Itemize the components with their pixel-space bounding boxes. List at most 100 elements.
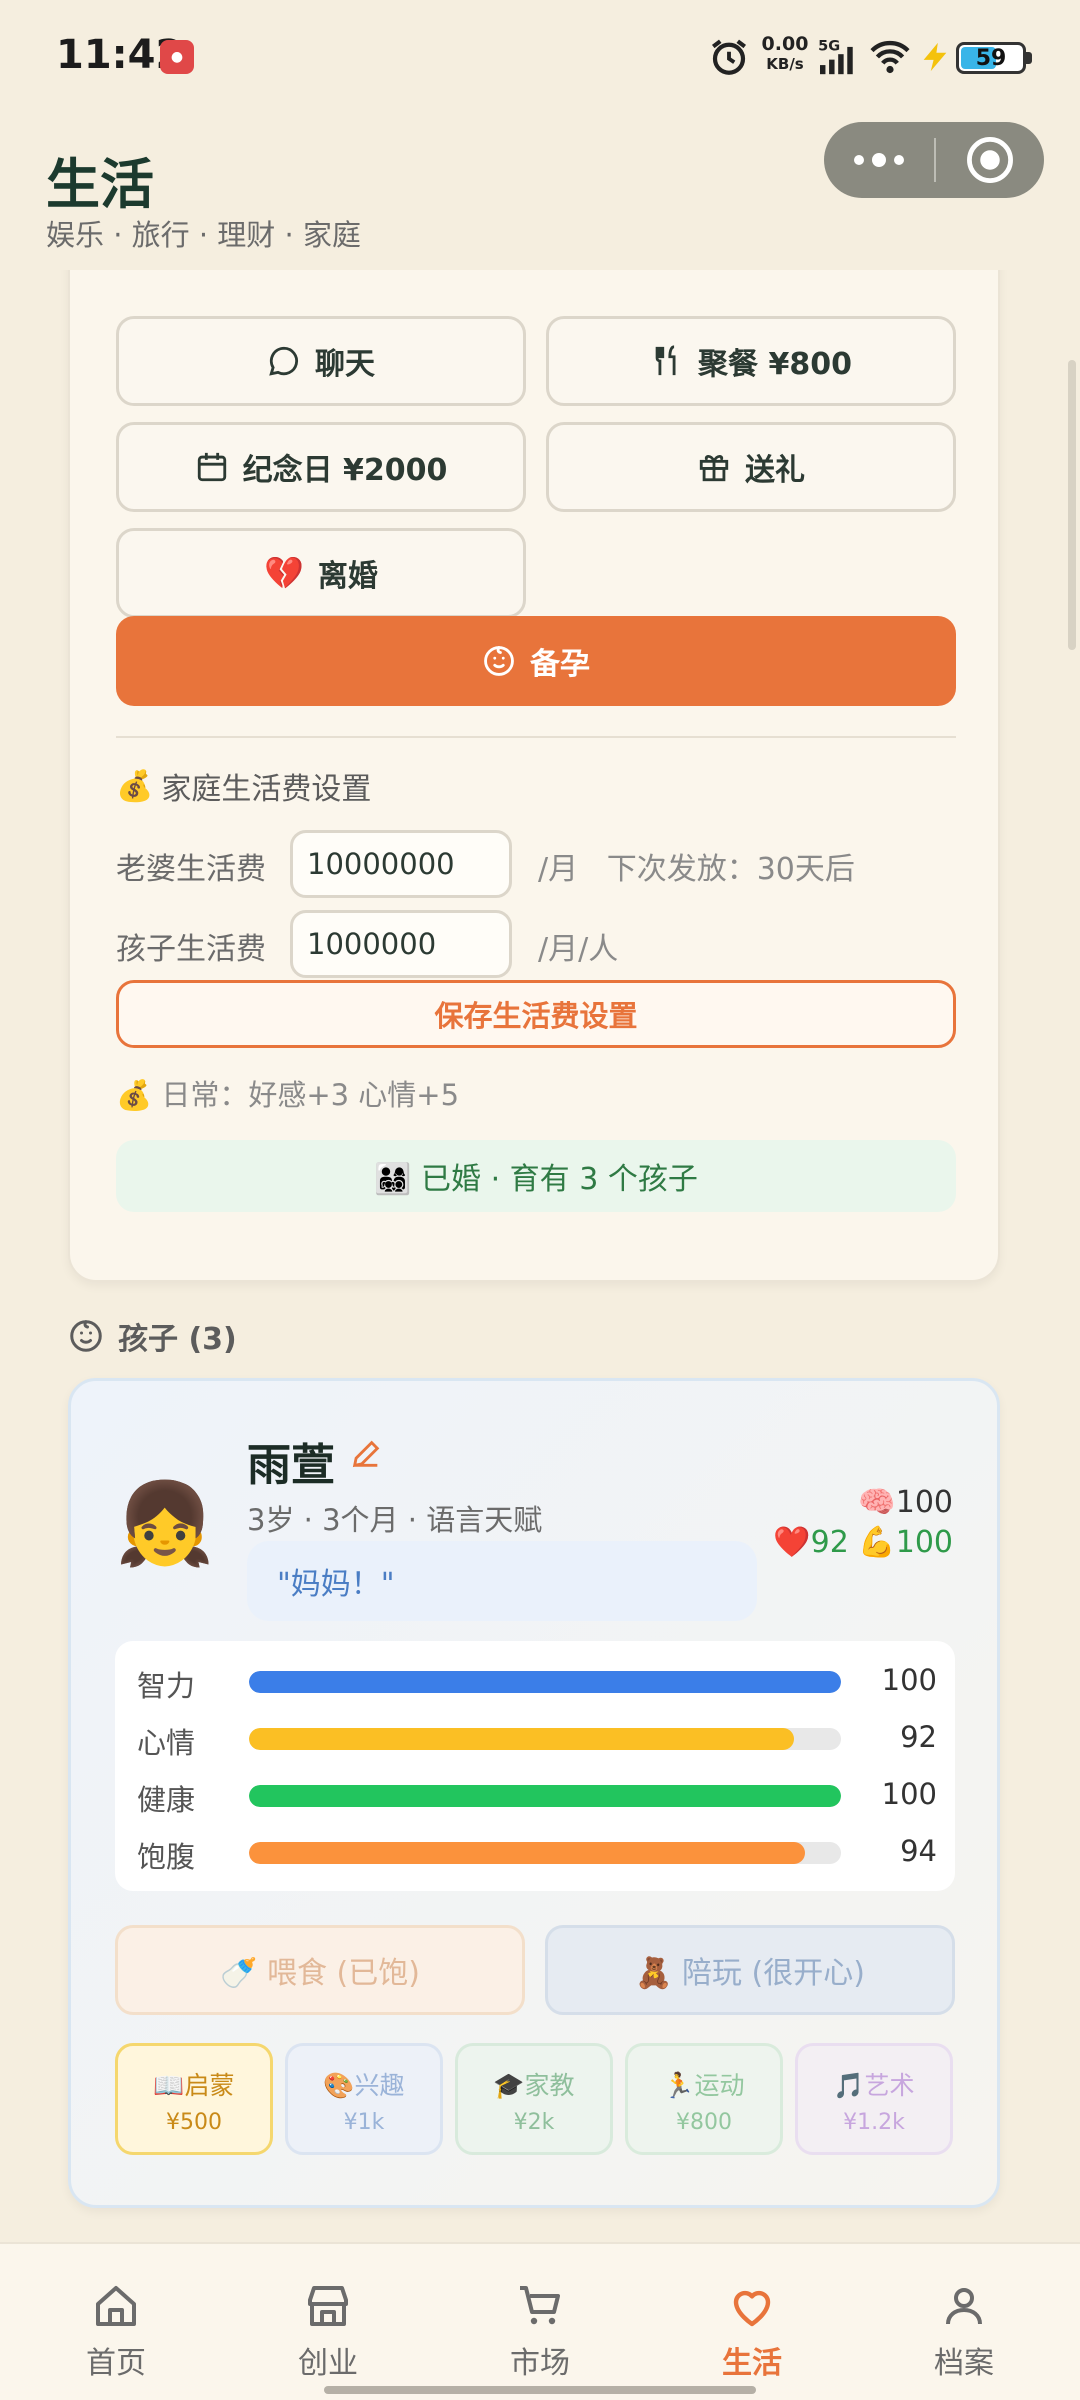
- nav-label: 首页: [86, 2346, 146, 2381]
- child-allowance-unit: /月/人: [538, 932, 619, 967]
- stat-bar-track: [249, 1785, 841, 1807]
- user-icon: [946, 2288, 982, 2325]
- app-notification-icon: ●: [160, 40, 194, 74]
- nav-life[interactable]: 生活: [644, 2244, 860, 2400]
- nav-label: 档案: [934, 2346, 994, 2381]
- cart-icon: [520, 2286, 560, 2325]
- anniversary-button[interactable]: 纪念日 ¥2000: [116, 422, 526, 512]
- pregnant-button[interactable]: 备孕: [116, 616, 956, 706]
- stat-bar-track: [249, 1671, 841, 1693]
- chat-bubble-icon: [269, 346, 299, 376]
- gift-button[interactable]: 送礼: [546, 422, 956, 512]
- nav-market[interactable]: 市场: [432, 2244, 648, 2400]
- stat-row-health: 健康 100: [137, 1775, 937, 1817]
- education-price: ¥1.2k: [843, 2110, 905, 2135]
- wife-allowance-label: 老婆生活费: [116, 852, 266, 887]
- divorce-button[interactable]: 💔 离婚: [116, 528, 526, 618]
- utensils-icon: [655, 345, 676, 376]
- daily-effect-text: 💰 日常：好感+3 心情+5: [116, 1072, 459, 1114]
- education-label: 📖启蒙: [153, 2071, 235, 2100]
- more-menu-button[interactable]: [824, 122, 934, 198]
- kids-section-header: 孩子 (3): [68, 1314, 237, 1358]
- next-payment-text: 下次发放：30天后: [606, 852, 855, 887]
- stat-row-intelligence: 智力 100: [137, 1661, 937, 1703]
- child-name: 雨萱: [247, 1440, 335, 1491]
- home-indicator[interactable]: [324, 2386, 756, 2394]
- education-button-art[interactable]: 🎵艺术 ¥1.2k: [795, 2043, 953, 2155]
- nav-profile[interactable]: 档案: [856, 2244, 1072, 2400]
- daily-effect-label: 日常：好感+3 心情+5: [161, 1078, 460, 1112]
- baby-icon: [70, 1320, 102, 1352]
- anniversary-label: 纪念日 ¥2000: [242, 453, 448, 488]
- section-divider: [116, 736, 956, 738]
- scrollbar[interactable]: [1068, 360, 1076, 650]
- mini-program-capsule: [824, 122, 1044, 198]
- stat-value: 100: [881, 1777, 937, 1811]
- feed-button[interactable]: 🍼 喂食 (已饱): [115, 1925, 525, 2015]
- education-price: ¥500: [166, 2110, 222, 2135]
- child-card: 👧 雨萱 3岁 · 3个月 · 语言天赋 "妈妈！" 🧠100 ❤️92 💪10…: [68, 1378, 1000, 2208]
- gift-label: 送礼: [745, 453, 805, 488]
- child-allowance-input[interactable]: 1000000: [290, 910, 512, 978]
- stat-label: 健康: [137, 1783, 196, 1817]
- education-label: 🎵艺术: [833, 2071, 915, 2100]
- heart-icon: [733, 2290, 771, 2327]
- nav-label: 创业: [298, 2346, 358, 2381]
- net-speed: 0.00 KB/s: [761, 33, 809, 73]
- education-label: 🏃运动: [663, 2071, 745, 2100]
- gift-icon: [699, 454, 729, 482]
- nav-business[interactable]: 创业: [220, 2244, 436, 2400]
- store-icon: [308, 2286, 348, 2326]
- scroll-content: 聊天 聚餐 ¥800 纪念日 ¥2000 送礼 💔 离婚 备孕 💰 家庭生活费设…: [0, 270, 1080, 2242]
- edit-pencil-icon[interactable]: [349, 1437, 383, 1471]
- education-button-enlightenment[interactable]: 📖启蒙 ¥500: [115, 2043, 273, 2155]
- alarm-icon: [711, 39, 747, 75]
- mood-stat: ❤️92: [773, 1525, 849, 1560]
- svg-text:5G: 5G: [818, 39, 840, 55]
- child-speech-bubble: "妈妈！": [247, 1541, 757, 1621]
- status-bar: 11:42 ● 0.00 KB/s 5G 59: [0, 0, 1080, 116]
- dinner-button[interactable]: 聚餐 ¥800: [546, 316, 956, 406]
- page-title: 生活: [46, 153, 154, 216]
- education-button-tutor[interactable]: 🎓家教 ¥2k: [455, 2043, 613, 2155]
- close-button[interactable]: [936, 122, 1044, 198]
- child-stats-panel: 智力 100 心情 92 健康 100 饱腹 94: [115, 1641, 955, 1891]
- stat-value: 94: [900, 1834, 937, 1868]
- pregnant-label: 备孕: [530, 647, 590, 682]
- health-stat: 💪100: [858, 1525, 953, 1560]
- play-button[interactable]: 🧸 陪玩 (很开心): [545, 1925, 955, 2015]
- stat-bar-fill: [249, 1785, 841, 1807]
- stat-bar-fill: [249, 1728, 794, 1750]
- allowance-title: 💰 家庭生活费设置: [116, 764, 371, 808]
- page-subtitle: 娱乐 · 旅行 · 理财 · 家庭: [46, 218, 361, 252]
- money-bag-icon: 💰: [116, 768, 154, 804]
- cellular-signal-icon: 5G: [818, 39, 853, 75]
- intelligence-stat: 🧠100: [858, 1485, 953, 1520]
- child-allowance-label: 孩子生活费: [116, 932, 266, 967]
- education-button-sports[interactable]: 🏃运动 ¥800: [625, 2043, 783, 2155]
- stat-bar-track: [249, 1842, 841, 1864]
- stat-label: 心情: [137, 1726, 196, 1760]
- education-label: 🎨兴趣: [323, 2071, 405, 2100]
- wife-allowance-unit: /月 下次发放：30天后: [538, 852, 855, 887]
- kids-section-title: 孩子 (3): [118, 1322, 237, 1357]
- stat-bar-fill: [249, 1671, 841, 1693]
- money-bag-icon: 💰: [116, 1078, 153, 1112]
- mood-health-stats: ❤️92 💪100: [773, 1525, 953, 1560]
- save-allowance-button[interactable]: 保存生活费设置: [116, 980, 956, 1048]
- stat-row-mood: 心情 92: [137, 1718, 937, 1760]
- nav-label: 生活: [722, 2346, 782, 2381]
- stat-bar-track: [249, 1728, 841, 1750]
- nav-home[interactable]: 首页: [8, 2244, 224, 2400]
- education-price: ¥1k: [343, 2110, 385, 2135]
- home-icon: [96, 2286, 136, 2326]
- broken-heart-icon: 💔: [264, 554, 304, 592]
- battery-tip: [1026, 52, 1032, 64]
- stat-value: 92: [900, 1720, 937, 1754]
- nav-label: 市场: [510, 2346, 570, 2381]
- wife-allowance-input[interactable]: 10000000: [290, 830, 512, 898]
- education-button-hobby[interactable]: 🎨兴趣 ¥1k: [285, 2043, 443, 2155]
- chat-button[interactable]: 聊天: [116, 316, 526, 406]
- stat-bar-fill: [249, 1842, 806, 1864]
- chat-label: 聊天: [315, 347, 375, 382]
